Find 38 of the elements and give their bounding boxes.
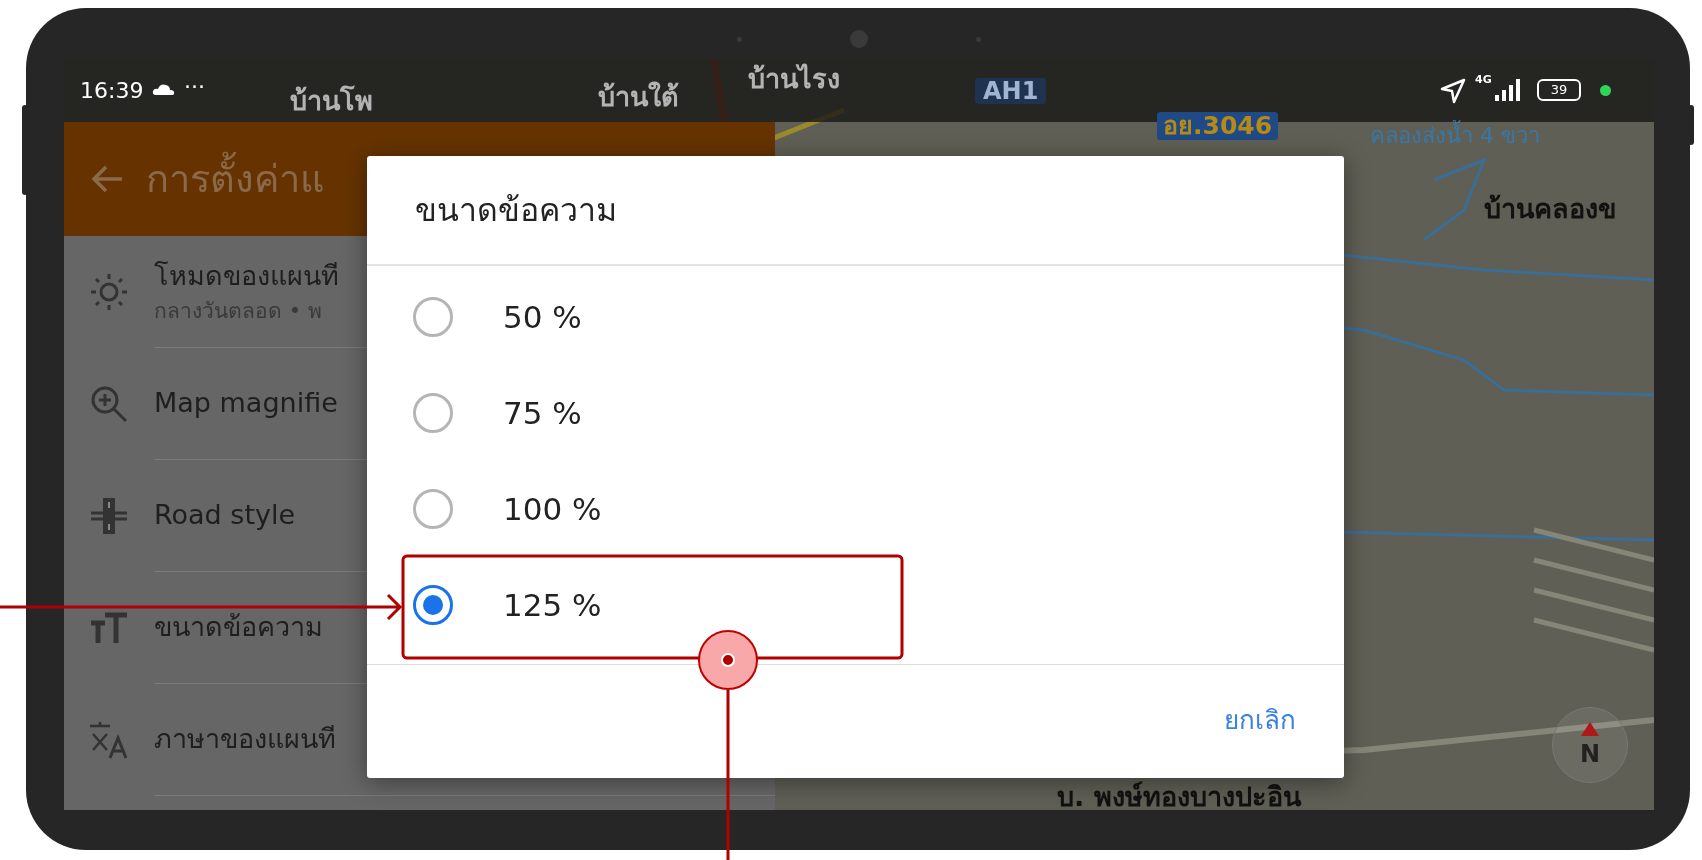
text-size-icon <box>89 611 129 645</box>
setting-title: โหมดของแผนที <box>154 258 339 293</box>
clock: 16:39 <box>80 77 144 105</box>
cloud-icon <box>152 82 176 96</box>
setting-title: ภาษาของแผนที <box>154 722 336 757</box>
place-label: บ้านโพ <box>290 86 373 116</box>
signal-icon <box>1495 79 1523 101</box>
translate-icon <box>88 720 130 760</box>
place-label: บ. พงษ์ทองบางปะอิน <box>1057 782 1301 810</box>
place-label: บ้านไรง <box>748 64 840 94</box>
road-icon <box>89 496 129 536</box>
cancel-button[interactable]: ยกเลิก <box>1216 694 1304 746</box>
screen-title: การตั้งค่าแ <box>146 150 324 208</box>
setting-title: Map magnifie <box>154 386 338 421</box>
route-sign: อย.3046 <box>1157 112 1279 140</box>
dialog-title: ขนาดข้อความ <box>415 190 617 231</box>
callout-marker <box>698 630 758 690</box>
back-arrow-icon[interactable] <box>90 164 124 194</box>
place-label: บ้านใต้ <box>598 82 679 112</box>
option-label[interactable]: 100 % <box>503 485 602 533</box>
place-label: บ้านคลองข <box>1484 194 1616 224</box>
radio-button[interactable] <box>413 297 453 337</box>
zoom-in-icon <box>89 384 129 424</box>
option-label[interactable]: 125 % <box>503 581 602 629</box>
option-label[interactable]: 50 % <box>503 293 582 341</box>
option-label[interactable]: 75 % <box>503 389 582 437</box>
highway-sign: AH1 <box>975 78 1047 105</box>
location-arrow-icon <box>1440 78 1466 104</box>
radio-button[interactable] <box>413 489 453 529</box>
status-dot <box>1600 85 1611 96</box>
radio-button[interactable] <box>413 393 453 433</box>
radio-button[interactable] <box>413 585 453 625</box>
setting-title: Road style <box>154 498 296 533</box>
brightness-icon <box>89 272 129 312</box>
battery-icon: 39 <box>1537 79 1581 101</box>
setting-title: ขนาดข้อความ <box>154 610 323 645</box>
more-notifications-text: ··· <box>184 73 205 101</box>
network-type: 4G <box>1475 72 1492 88</box>
